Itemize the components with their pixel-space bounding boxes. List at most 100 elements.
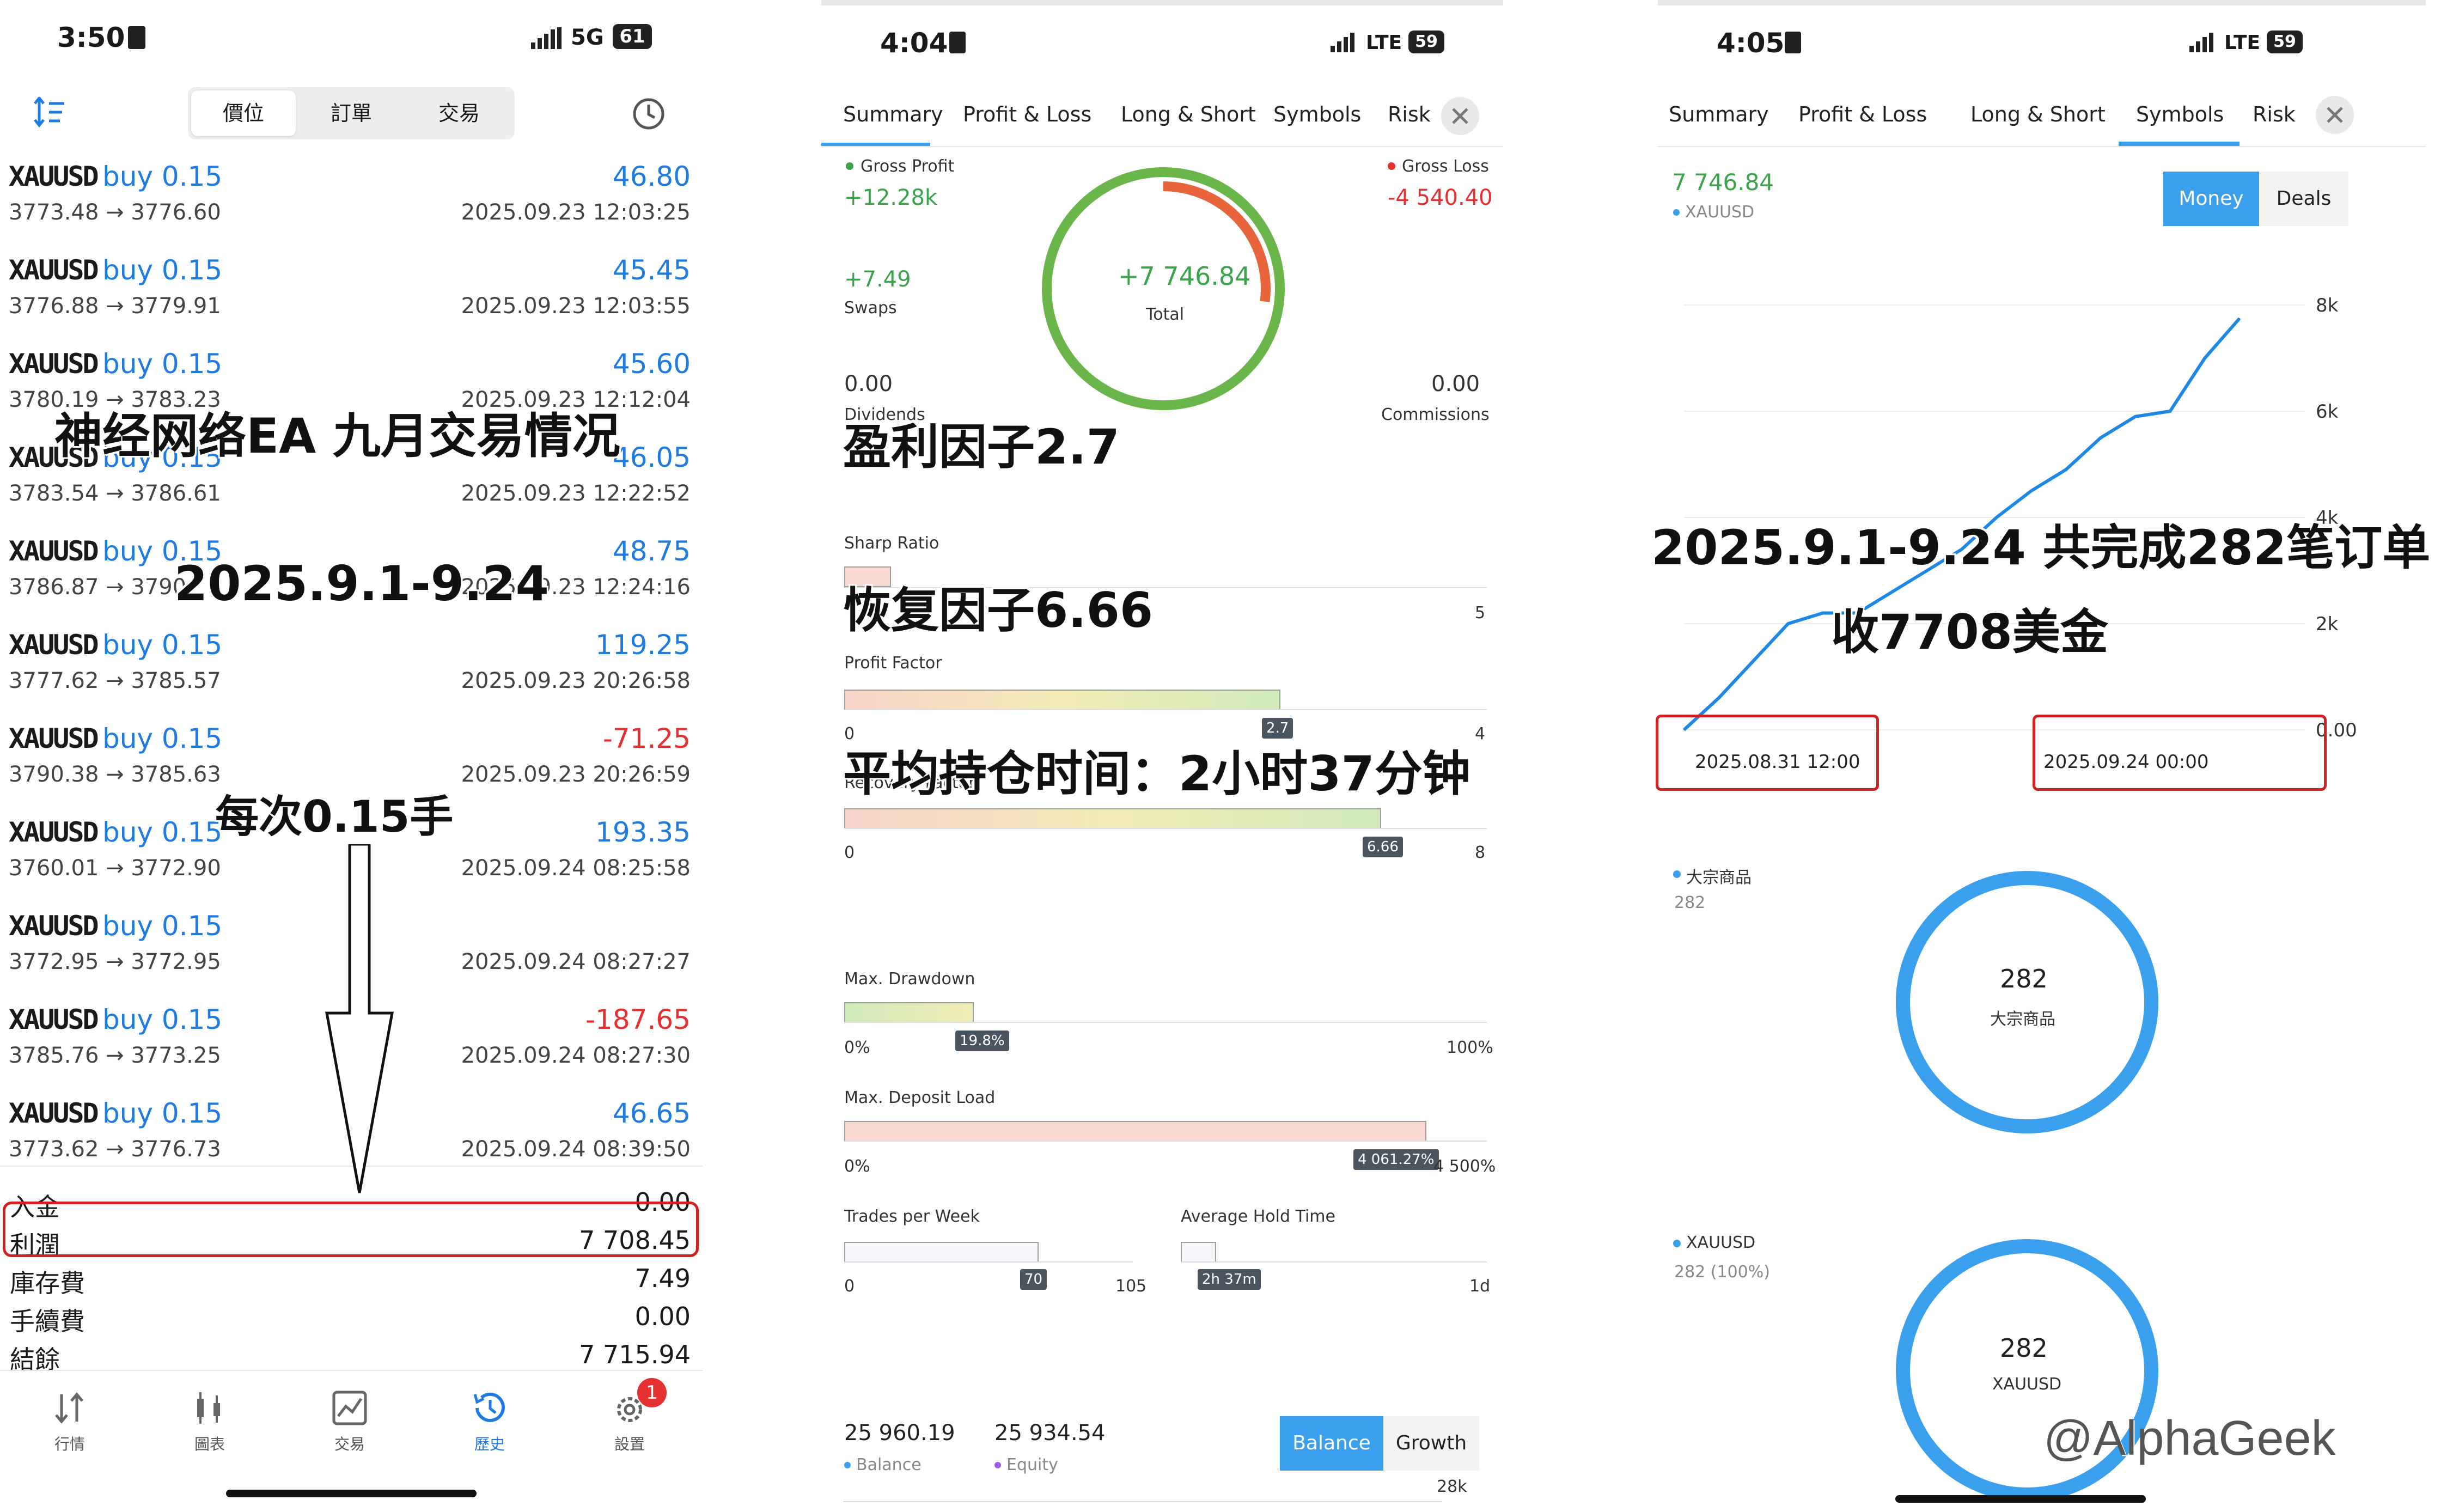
trade-time: 2025.09.24 08:25:58 (461, 856, 691, 881)
gross-profit-dot (846, 162, 853, 170)
trade-prices: 3785.76 → 3773.25 (9, 1043, 221, 1068)
trade-prices: 3776.88 → 3779.91 (9, 294, 221, 319)
clock-icon[interactable] (632, 97, 666, 131)
balance-value: 25 960.19 (844, 1420, 955, 1446)
tab-summary[interactable]: Summary (843, 102, 943, 126)
total-value: +7 746.84 (1118, 261, 1251, 291)
axis-28k: 28k (1437, 1477, 1467, 1496)
tab-indicator (2119, 142, 2240, 146)
donut1-center-value: 282 (2000, 964, 2048, 993)
trade-row[interactable]: XAUUSD buy 0.15 3776.88 → 3779.91 45.45 2025… (0, 249, 703, 342)
tab-long-short[interactable]: Long & Short (1970, 102, 2106, 126)
equity-point (2239, 318, 2240, 319)
segment-orders[interactable]: 訂單 (299, 90, 404, 136)
battery-icon: 61 (613, 24, 652, 49)
nav-trade[interactable]: 交易 (306, 1389, 393, 1454)
recovery-factor-tooltip: 6.66 (1363, 837, 1403, 857)
balance-toggle-button[interactable]: Balance (1280, 1416, 1383, 1471)
tpw-max: 105 (1115, 1277, 1147, 1296)
tab-risk[interactable]: Risk (1388, 102, 1431, 126)
nav-quotes-label: 行情 (54, 1435, 85, 1453)
sort-icon[interactable] (34, 95, 66, 128)
trade-row[interactable]: XAUUSD buy 0.15 3773.48 → 3776.60 46.80 2025… (0, 155, 703, 248)
commissions-value: 0.00 (1431, 371, 1480, 397)
tab-symbols[interactable]: Symbols (1273, 102, 1361, 126)
donut2-legend: XAUUSD (1686, 1233, 1756, 1252)
tab-profit-loss[interactable]: Profit & Loss (1798, 102, 1927, 126)
legend-label: XAUUSD (1685, 203, 1755, 222)
axis-line (844, 1141, 1487, 1142)
donut1-sub: 282 (1674, 893, 1706, 912)
gross-loss-label: Gross Loss (1402, 157, 1489, 176)
top-strip (1658, 0, 2426, 5)
overlay-profit-factor: 盈利因子2.7 (843, 419, 1120, 475)
summary-label: 庫存費 (10, 1269, 85, 1298)
donut2-center-value: 282 (2000, 1333, 2048, 1363)
deposit-load-bar (844, 1121, 1426, 1142)
profit-factor-label: Profit Factor (844, 654, 942, 673)
overlay-lots: 每次0.15手 (215, 791, 454, 842)
sharp-max: 5 (1475, 603, 1486, 623)
network-label: LTE (1366, 32, 1402, 54)
tab-long-short[interactable]: Long & Short (1121, 102, 1256, 126)
trade-prices: 3783.54 → 3786.61 (9, 481, 221, 506)
equity-dot (994, 1462, 1001, 1468)
deposit-load-tooltip: 4 061.27% (1353, 1149, 1439, 1170)
dd-min: 0% (844, 1038, 870, 1057)
gross-loss-value: -4 540.40 (1388, 185, 1493, 210)
nav-quotes[interactable]: 行情 (26, 1389, 113, 1454)
trade-prices: 3772.95 → 3772.95 (9, 949, 221, 974)
status-time: 3:50 (57, 22, 125, 53)
y-tick-label: 2k (2316, 613, 2339, 635)
equity-point (1753, 660, 1754, 662)
trade-direction: buy 0.15 (102, 629, 223, 661)
trade-time: 2025.09.23 20:26:58 (461, 668, 691, 693)
balance-label: Balance (856, 1455, 922, 1474)
segment-deals[interactable]: 交易 (407, 90, 511, 136)
nav-history[interactable]: 歷史 (446, 1389, 533, 1454)
tab-summary[interactable]: Summary (1669, 102, 1769, 126)
legend-dot (1673, 1240, 1681, 1247)
axis-line (844, 709, 1487, 710)
y-tick-label: 8k (2316, 295, 2339, 316)
trade-symbol: XAUUSD (9, 161, 99, 192)
money-toggle-button[interactable]: Money (2163, 172, 2259, 226)
legend-dot (1673, 870, 1681, 878)
signal-icon (531, 27, 564, 49)
trade-prices: 3790.38 → 3785.63 (9, 762, 221, 787)
trade-direction: buy 0.15 (102, 816, 223, 848)
donut2-sub: 282 (100%) (1674, 1263, 1770, 1282)
trade-symbol: XAUUSD (9, 1098, 99, 1129)
growth-toggle-button[interactable]: Growth (1383, 1416, 1479, 1471)
balance-dot (844, 1462, 851, 1468)
trade-time: 2025.09.23 20:26:59 (461, 762, 691, 787)
avg-hold-time-tooltip: 2h 37m (1198, 1269, 1261, 1290)
equity-value: 25 934.54 (994, 1420, 1106, 1446)
tab-profit-loss[interactable]: Profit & Loss (963, 102, 1091, 126)
max-drawdown-label: Max. Drawdown (844, 970, 975, 989)
summary-row: 手續費 0.00 (0, 1302, 703, 1340)
avg-hold-time-bar (1181, 1242, 1216, 1263)
segment-position[interactable]: 價位 (191, 90, 296, 136)
aht-max: 1d (1469, 1277, 1491, 1296)
trade-profit: -187.65 (585, 1004, 691, 1035)
trade-symbol: XAUUSD (9, 723, 99, 754)
tab-risk[interactable]: Risk (2253, 102, 2296, 126)
axis-line (844, 1261, 1133, 1263)
overlay-profit: 收7708美金 (1831, 604, 2108, 660)
trade-profit: -71.25 (602, 723, 691, 754)
nav-divider (0, 1370, 703, 1371)
summary-value: 7 715.94 (579, 1340, 691, 1369)
close-icon[interactable] (1441, 97, 1479, 135)
deals-toggle-button[interactable]: Deals (2259, 172, 2348, 226)
pf-max: 4 (1475, 724, 1486, 743)
equity-point (1822, 612, 1823, 614)
trade-symbol: XAUUSD (9, 535, 99, 567)
trade-time: 2025.09.23 12:03:55 (461, 294, 691, 319)
segment-control: 價位 訂單 交易 (188, 87, 515, 139)
tab-symbols[interactable]: Symbols (2136, 102, 2224, 126)
nav-chart[interactable]: 圖表 (166, 1389, 253, 1454)
close-icon[interactable] (2316, 96, 2354, 134)
trade-row[interactable]: XAUUSD buy 0.15 3777.62 → 3785.57 119.25 202… (0, 624, 703, 716)
overlay-orders: 2025.9.1-9.24 共完成282笔订单 (1651, 520, 2431, 576)
